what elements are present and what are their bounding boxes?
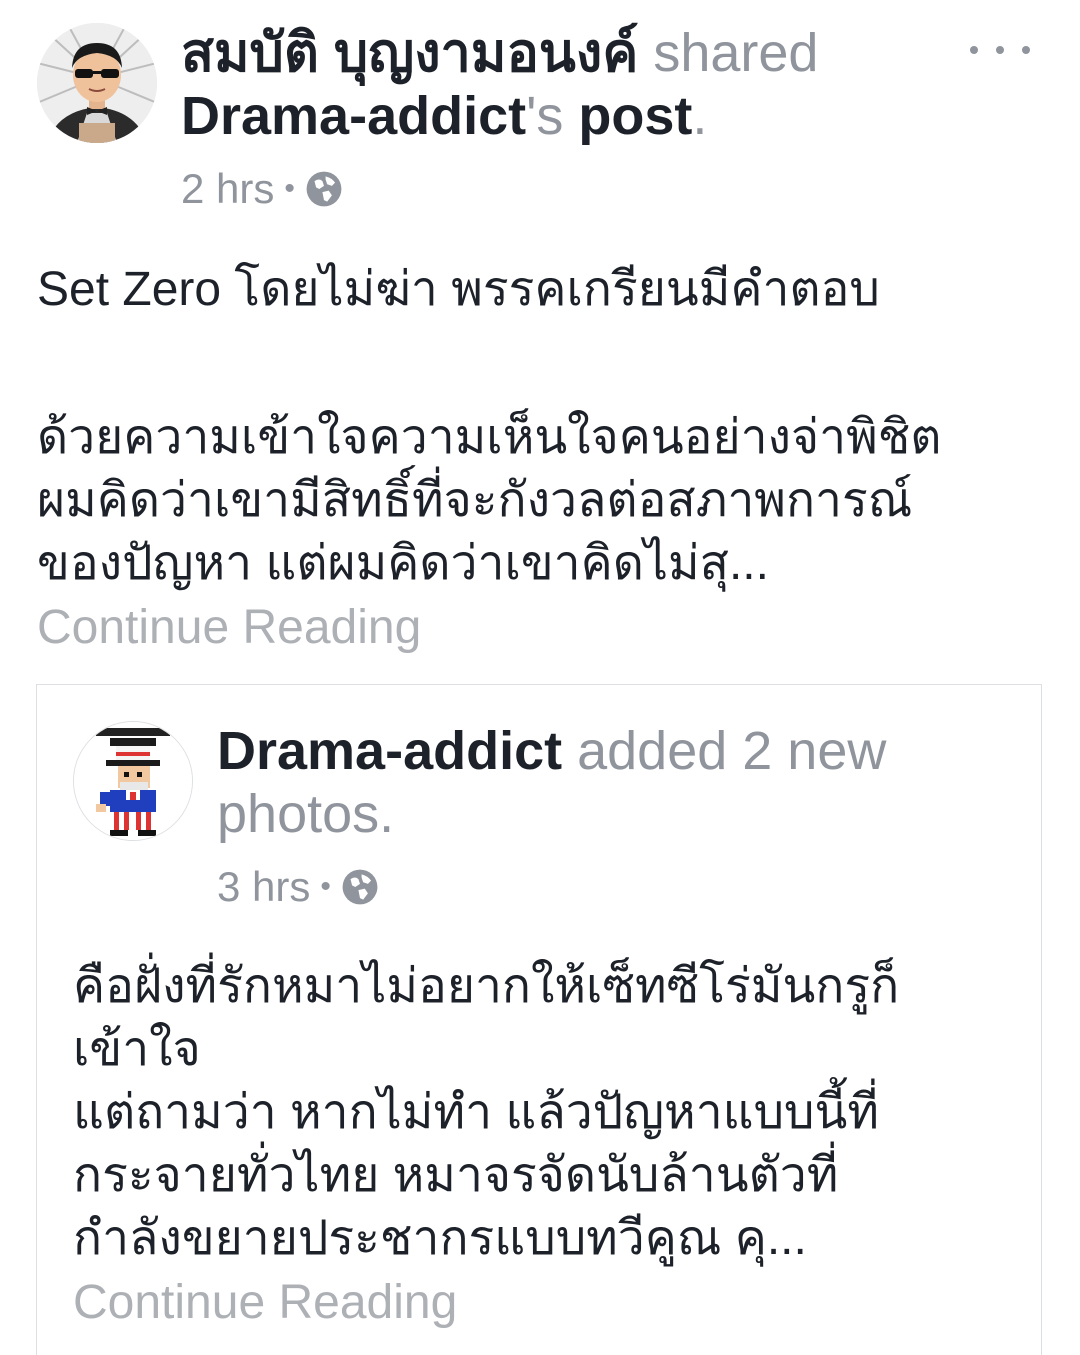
shared-post-meta: 3 hrs • xyxy=(217,863,379,911)
shared-text-line: แต่ถามว่า หากไม่ทำ แล้วปัญหาแบบนี้ที่ xyxy=(73,1086,879,1139)
shared-author-name-link[interactable]: Drama-addict xyxy=(217,721,562,781)
globe-icon[interactable] xyxy=(341,868,379,906)
post-text-line: ผมคิดว่าเขามีสิทธิ์ที่จะกังวลต่อสภาพการณ… xyxy=(37,474,913,527)
shared-text-line: เข้าใจ xyxy=(73,1023,201,1076)
shared-continue-reading-link[interactable]: Continue Reading xyxy=(73,1270,1013,1336)
shared-post-body: คือฝั่งที่รักหมาไม่อยากให้เซ็ทซีโร่มันกร… xyxy=(73,955,1013,1336)
post-text-line: ด้วยความเข้าใจความเห็นใจคนอย่างจ่าพิชิต xyxy=(37,411,942,464)
post-link[interactable]: post xyxy=(578,86,692,146)
author-name-link[interactable]: สมบัติ บุญงามอนงค์ xyxy=(181,23,638,83)
more-options-icon[interactable] xyxy=(970,30,1030,70)
shared-text-line: คือฝั่งที่รักหมาไม่อยากให้เซ็ทซีโร่มันกร… xyxy=(73,960,900,1013)
post-text-line: ของปัญหา แต่ผมคิดว่าเขาคิดไม่สุ... xyxy=(37,537,769,590)
shared-author-avatar-image xyxy=(74,722,192,840)
post-header: สมบัติ บุญงามอนงค์ shared Drama-addict's … xyxy=(181,22,901,148)
feed-post: สมบัติ บุญงามอนงค์ shared Drama-addict's … xyxy=(0,0,1080,1355)
author-avatar[interactable] xyxy=(37,23,157,143)
shared-word: shared xyxy=(638,23,819,83)
possessive-text: 's xyxy=(526,86,579,146)
shared-text-line: กำลังขยายประชากรแบบทวีคูณ คุ... xyxy=(73,1212,807,1265)
post-body: Set Zero โดยไม่ฆ่า พรรคเกรียนมีคำตอบ ด้ว… xyxy=(37,258,1047,661)
source-name-link[interactable]: Drama-addict xyxy=(181,86,526,146)
author-avatar-image xyxy=(37,23,157,143)
globe-icon[interactable] xyxy=(305,170,343,208)
continue-reading-link[interactable]: Continue Reading xyxy=(37,595,1047,661)
shared-meta-separator: • xyxy=(320,870,331,903)
period-text: . xyxy=(692,86,708,146)
post-meta: 2 hrs • xyxy=(181,165,343,213)
shared-post-header: Drama-addict added 2 new photos. xyxy=(217,720,937,846)
post-timestamp[interactable]: 2 hrs xyxy=(181,165,274,213)
post-text-line: Set Zero โดยไม่ฆ่า พรรคเกรียนมีคำตอบ xyxy=(37,263,880,316)
shared-text-line: กระจายทั่วไทย หมาจรจัดนับล้านตัวที่ xyxy=(73,1149,839,1202)
shared-post-timestamp[interactable]: 3 hrs xyxy=(217,863,310,911)
shared-author-avatar[interactable] xyxy=(73,721,193,841)
shared-post-card[interactable]: Drama-addict added 2 new photos. 3 hrs •… xyxy=(36,684,1042,1355)
meta-separator: • xyxy=(284,172,295,205)
